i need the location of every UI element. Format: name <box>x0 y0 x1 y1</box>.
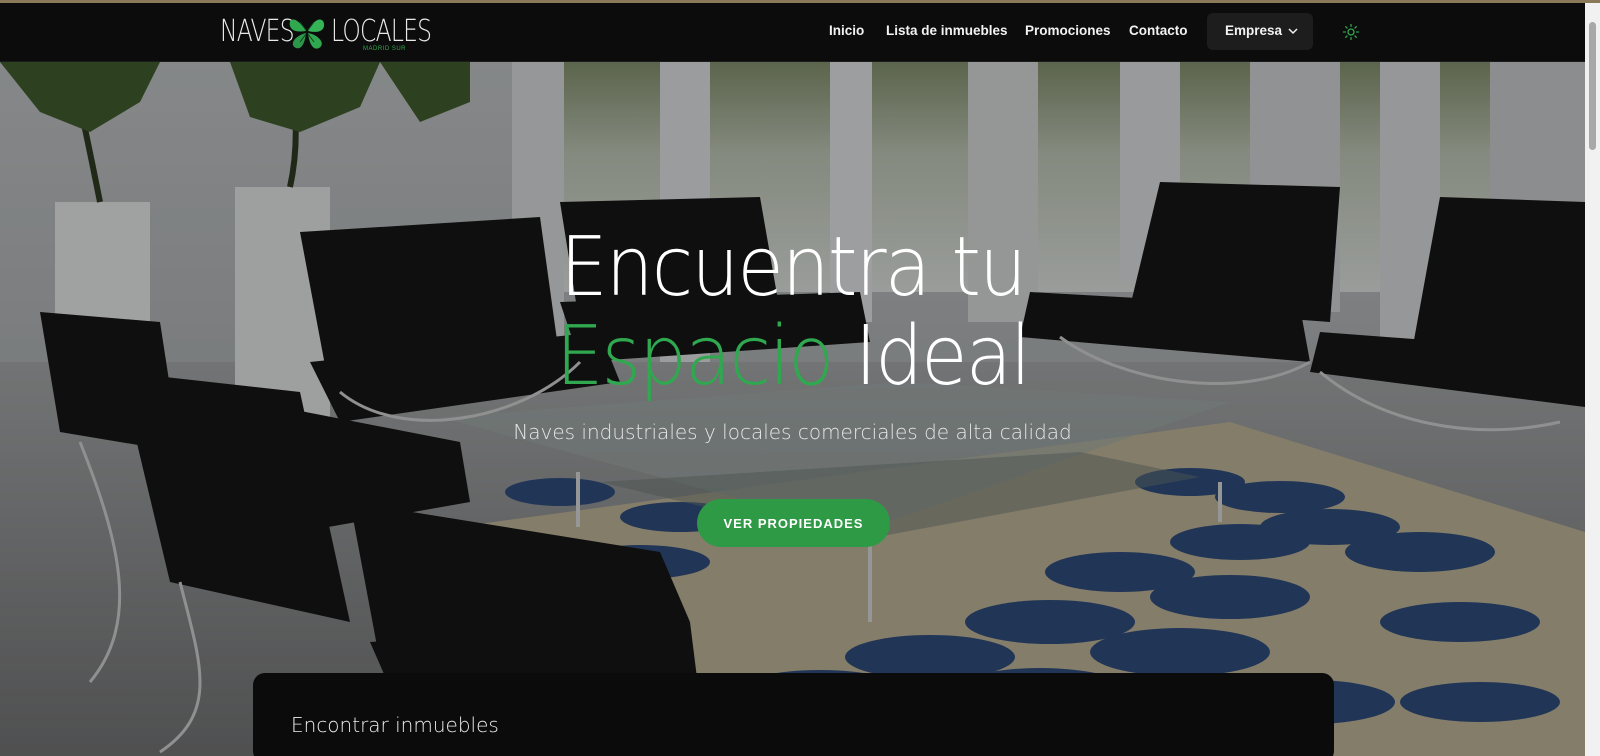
search-panel: Encontrar inmuebles <box>253 673 1334 756</box>
hero-subtitle: Naves industriales y locales comerciales… <box>513 420 1072 444</box>
nav-link-contacto[interactable]: Contacto <box>1129 23 1188 38</box>
chevron-down-icon <box>1288 28 1298 35</box>
navbar: NAVES LOCALES MADRID SUR Inicio Lista de… <box>0 3 1585 62</box>
search-panel-title: Encontrar inmuebles <box>291 713 499 737</box>
nav-link-promociones[interactable]: Promociones <box>1025 23 1111 38</box>
hero-section: Encuentra tu Espacio Ideal Naves industr… <box>0 62 1585 756</box>
nav-link-lista-inmuebles[interactable]: Lista de inmuebles <box>886 23 1008 38</box>
sun-icon[interactable] <box>1342 23 1360 41</box>
hero-title-accent: Espacio <box>555 309 835 404</box>
empresa-dropdown[interactable]: Empresa <box>1207 13 1313 50</box>
main-nav: Inicio Lista de inmuebles Promociones Co… <box>0 3 1585 62</box>
hero-title-rest: Ideal <box>854 309 1031 404</box>
page-scrollbar[interactable] <box>1585 3 1600 756</box>
hero-title-line1: Encuentra tu <box>559 220 1027 315</box>
empresa-dropdown-label: Empresa <box>1225 23 1283 38</box>
hero-dark-overlay <box>0 62 1585 756</box>
scrollbar-thumb[interactable] <box>1589 22 1596 150</box>
hero-title-line2: Espacio Ideal <box>63 316 1521 398</box>
ver-propiedades-button[interactable]: VER PROPIEDADES <box>697 499 890 547</box>
nav-link-inicio[interactable]: Inicio <box>829 23 864 38</box>
